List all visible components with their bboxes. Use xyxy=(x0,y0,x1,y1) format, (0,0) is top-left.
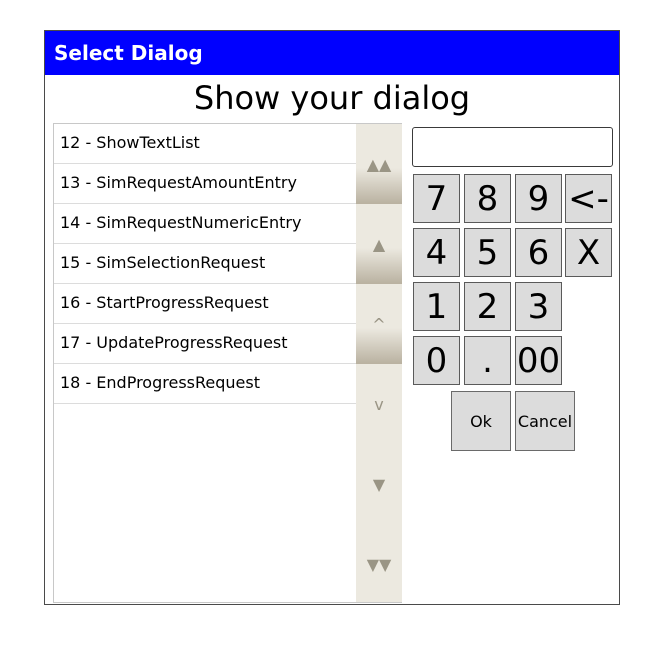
list-item[interactable]: 18 - EndProgressRequest xyxy=(54,364,357,404)
small-down-icon[interactable]: v xyxy=(356,364,402,444)
title-bar: Select Dialog xyxy=(45,31,619,75)
key-6[interactable]: 6 xyxy=(515,228,562,277)
clear-key[interactable]: X xyxy=(565,228,612,277)
list-item[interactable]: 17 - UpdateProgressRequest xyxy=(54,324,357,364)
small-up-icon[interactable]: ^ xyxy=(356,284,402,364)
key-1[interactable]: 1 xyxy=(413,282,460,331)
key-9[interactable]: 9 xyxy=(515,174,562,223)
dialog-title: Select Dialog xyxy=(54,41,203,65)
key-0[interactable]: 0 xyxy=(413,336,460,385)
page-up-icon[interactable]: ▲▲ xyxy=(356,124,402,204)
key-4[interactable]: 4 xyxy=(413,228,460,277)
double-zero-key[interactable]: 00 xyxy=(515,336,562,385)
list-item[interactable]: 16 - StartProgressRequest xyxy=(54,284,357,324)
key-8[interactable]: 8 xyxy=(464,174,511,223)
ok-button[interactable]: Ok xyxy=(451,391,511,451)
list-item[interactable]: 13 - SimRequestAmountEntry xyxy=(54,164,357,204)
list-item[interactable]: 15 - SimSelectionRequest xyxy=(54,244,357,284)
list-scrollbar[interactable]: ▲▲ ▲ ^ v ▼ ▼▼ xyxy=(356,124,402,602)
line-down-icon[interactable]: ▼ xyxy=(356,444,402,524)
select-dialog: Select Dialog Show your dialog 12 - Show… xyxy=(44,30,620,605)
numpad-display-input[interactable] xyxy=(412,127,613,167)
line-up-icon[interactable]: ▲ xyxy=(356,204,402,284)
decimal-key[interactable]: . xyxy=(464,336,511,385)
list-item[interactable]: 12 - ShowTextList xyxy=(54,124,357,164)
key-3[interactable]: 3 xyxy=(515,282,562,331)
key-2[interactable]: 2 xyxy=(464,282,511,331)
cancel-button[interactable]: Cancel xyxy=(515,391,575,451)
dialog-list: 12 - ShowTextList 13 - SimRequestAmountE… xyxy=(53,123,402,603)
backspace-key[interactable]: <- xyxy=(565,174,612,223)
page-down-icon[interactable]: ▼▼ xyxy=(356,524,402,604)
key-5[interactable]: 5 xyxy=(464,228,511,277)
list-item[interactable]: 14 - SimRequestNumericEntry xyxy=(54,204,357,244)
key-7[interactable]: 7 xyxy=(413,174,460,223)
dialog-heading: Show your dialog xyxy=(193,79,471,117)
